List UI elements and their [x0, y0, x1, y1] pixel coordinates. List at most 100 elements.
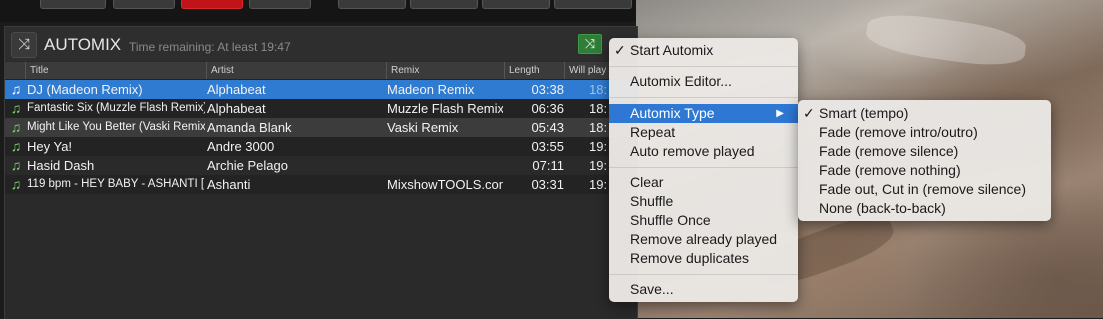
- menu-item-label: Fade (remove intro/outro): [819, 124, 978, 140]
- menu-item-label: Fade (remove nothing): [819, 162, 961, 178]
- menu-item-shuffle[interactable]: Shuffle: [609, 192, 798, 211]
- deck-button[interactable]: [410, 0, 478, 9]
- automix-type-submenu: ✓ Smart (tempo) Fade (remove intro/outro…: [798, 100, 1051, 221]
- track-remix: [387, 137, 503, 156]
- column-icon: [5, 62, 25, 79]
- menu-item-label: Save...: [630, 281, 674, 297]
- track-title: Might Like You Better (Vaski Remix): [27, 121, 205, 133]
- menu-item-label: Automix Editor...: [630, 73, 732, 89]
- menu-item-label: None (back-to-back): [819, 200, 946, 216]
- automix-title: AUTOMIX: [44, 35, 122, 54]
- track-title: Hasid Dash: [27, 158, 95, 173]
- menu-item-label: Smart (tempo): [819, 105, 909, 121]
- menu-item-label: Fade (remove silence): [819, 143, 959, 159]
- menu-item-label: Remove duplicates: [630, 250, 750, 266]
- track-artist: Amanda Blank: [207, 120, 292, 135]
- column-artist[interactable]: Artist: [206, 62, 386, 79]
- menu-item-label: Repeat: [630, 124, 676, 140]
- music-note-icon: ♫: [10, 157, 22, 173]
- menu-item-automix-editor[interactable]: Automix Editor...: [609, 72, 798, 91]
- menu-item-save[interactable]: Save...: [609, 280, 798, 299]
- track-title: Fantastic Six (Muzzle Flash Remix): [27, 102, 205, 114]
- menu-item-label: Fade out, Cut in (remove silence): [819, 181, 1026, 197]
- submenu-item-fade-silence[interactable]: Fade (remove silence): [798, 142, 1051, 161]
- table-row[interactable]: ♫ DJ (Madeon Remix) Alphabeat Madeon Rem…: [5, 80, 637, 99]
- deck-button-strip: [0, 0, 636, 22]
- track-artist: Andre 3000: [207, 139, 275, 154]
- menu-item-label: Automix Type: [630, 105, 715, 121]
- menu-divider: [609, 167, 798, 168]
- menu-item-label: Shuffle Once: [630, 212, 711, 228]
- menu-item-label: Clear: [630, 174, 664, 190]
- checkmark-icon: ✓: [614, 42, 626, 58]
- track-length: 06:36: [531, 101, 564, 116]
- automix-header: ⤨ AUTOMIX Time remaining: At least 19:47…: [5, 27, 637, 61]
- track-length: 03:55: [531, 139, 564, 154]
- track-title: Hey Ya!: [27, 139, 73, 154]
- automix-toggle-button[interactable]: ⤨: [578, 34, 602, 54]
- menu-item-label: Auto remove played: [630, 143, 755, 159]
- track-artist: Alphabeat: [207, 82, 266, 97]
- submenu-arrow-icon: ▶: [776, 108, 784, 119]
- deck-button[interactable]: [554, 0, 632, 9]
- track-length: 07:11: [532, 158, 564, 173]
- track-remix: Vaski Remix: [387, 120, 459, 135]
- column-length[interactable]: Length: [504, 62, 564, 79]
- submenu-item-smart[interactable]: ✓ Smart (tempo): [798, 104, 1051, 123]
- deck-button[interactable]: [338, 0, 406, 9]
- menu-item-auto-remove-played[interactable]: Auto remove played: [609, 142, 798, 161]
- track-remix: [387, 156, 503, 175]
- automix-context-menu: ✓ Start Automix Automix Editor... Automi…: [609, 38, 798, 302]
- table-row[interactable]: ♫ Might Like You Better (Vaski Remix) Am…: [5, 118, 637, 137]
- menu-item-clear[interactable]: Clear: [609, 173, 798, 192]
- table-row[interactable]: ♫ Hasid Dash Archie Pelago 07:11 19:: [5, 156, 637, 175]
- track-title: DJ (Madeon Remix): [27, 82, 143, 97]
- menu-item-repeat[interactable]: Repeat: [609, 123, 798, 142]
- menu-item-remove-already-played[interactable]: Remove already played: [609, 230, 798, 249]
- time-remaining: Time remaining: At least 19:47: [129, 40, 291, 54]
- menu-divider: [609, 274, 798, 275]
- submenu-item-none[interactable]: None (back-to-back): [798, 199, 1051, 218]
- submenu-item-fade-intro-outro[interactable]: Fade (remove intro/outro): [798, 123, 1051, 142]
- menu-item-shuffle-once[interactable]: Shuffle Once: [609, 211, 798, 230]
- automix-panel: ⤨ AUTOMIX Time remaining: At least 19:47…: [4, 26, 638, 319]
- menu-item-label: Start Automix: [630, 42, 714, 58]
- deck-button[interactable]: [113, 0, 175, 9]
- track-artist: Ashanti: [207, 177, 251, 192]
- column-headers: Title Artist Remix Length Will play: [5, 62, 637, 80]
- table-row[interactable]: ♫ 119 bpm - HEY BABY - ASHANTI [ Mixs As…: [5, 175, 637, 194]
- table-row[interactable]: ♫ Fantastic Six (Muzzle Flash Remix) Alp…: [5, 99, 637, 118]
- track-length: 03:31: [531, 177, 564, 192]
- music-note-icon: ♫: [10, 138, 22, 154]
- track-artist: Archie Pelago: [207, 158, 288, 173]
- track-remix: Muzzle Flash Remix: [387, 101, 503, 116]
- column-title[interactable]: Title: [25, 62, 206, 79]
- track-remix: Madeon Remix: [387, 82, 475, 97]
- menu-divider: [609, 66, 798, 67]
- track-length: 05:43: [531, 120, 564, 135]
- shuffle-icon[interactable]: ⤨: [11, 32, 37, 58]
- track-remix: MixshowTOOLS.com: [387, 177, 503, 192]
- menu-item-remove-duplicates[interactable]: Remove duplicates: [609, 249, 798, 268]
- track-artist: Alphabeat: [207, 101, 266, 116]
- submenu-item-fade-nothing[interactable]: Fade (remove nothing): [798, 161, 1051, 180]
- checkmark-icon: ✓: [803, 105, 815, 121]
- deck-button[interactable]: [249, 0, 311, 9]
- menu-divider: [609, 97, 798, 98]
- music-note-icon: ♫: [10, 100, 22, 116]
- deck-button-active[interactable]: [181, 0, 243, 9]
- submenu-item-fade-out-cut-in[interactable]: Fade out, Cut in (remove silence): [798, 180, 1051, 199]
- menu-item-label: Shuffle: [630, 193, 674, 209]
- music-note-icon: ♫: [10, 119, 22, 135]
- deck-button[interactable]: [40, 0, 106, 9]
- menu-item-label: Remove already played: [630, 231, 778, 247]
- track-length: 03:38: [531, 82, 564, 97]
- deck-button[interactable]: [482, 0, 550, 9]
- menu-item-automix-type[interactable]: Automix Type ▶: [609, 104, 798, 123]
- track-title: 119 bpm - HEY BABY - ASHANTI [ Mixs: [27, 178, 205, 190]
- table-row[interactable]: ♫ Hey Ya! Andre 3000 03:55 19:: [5, 137, 637, 156]
- music-note-icon: ♫: [10, 81, 22, 97]
- menu-item-start-automix[interactable]: ✓ Start Automix: [609, 41, 798, 60]
- music-note-icon: ♫: [10, 176, 22, 192]
- column-remix[interactable]: Remix: [386, 62, 504, 79]
